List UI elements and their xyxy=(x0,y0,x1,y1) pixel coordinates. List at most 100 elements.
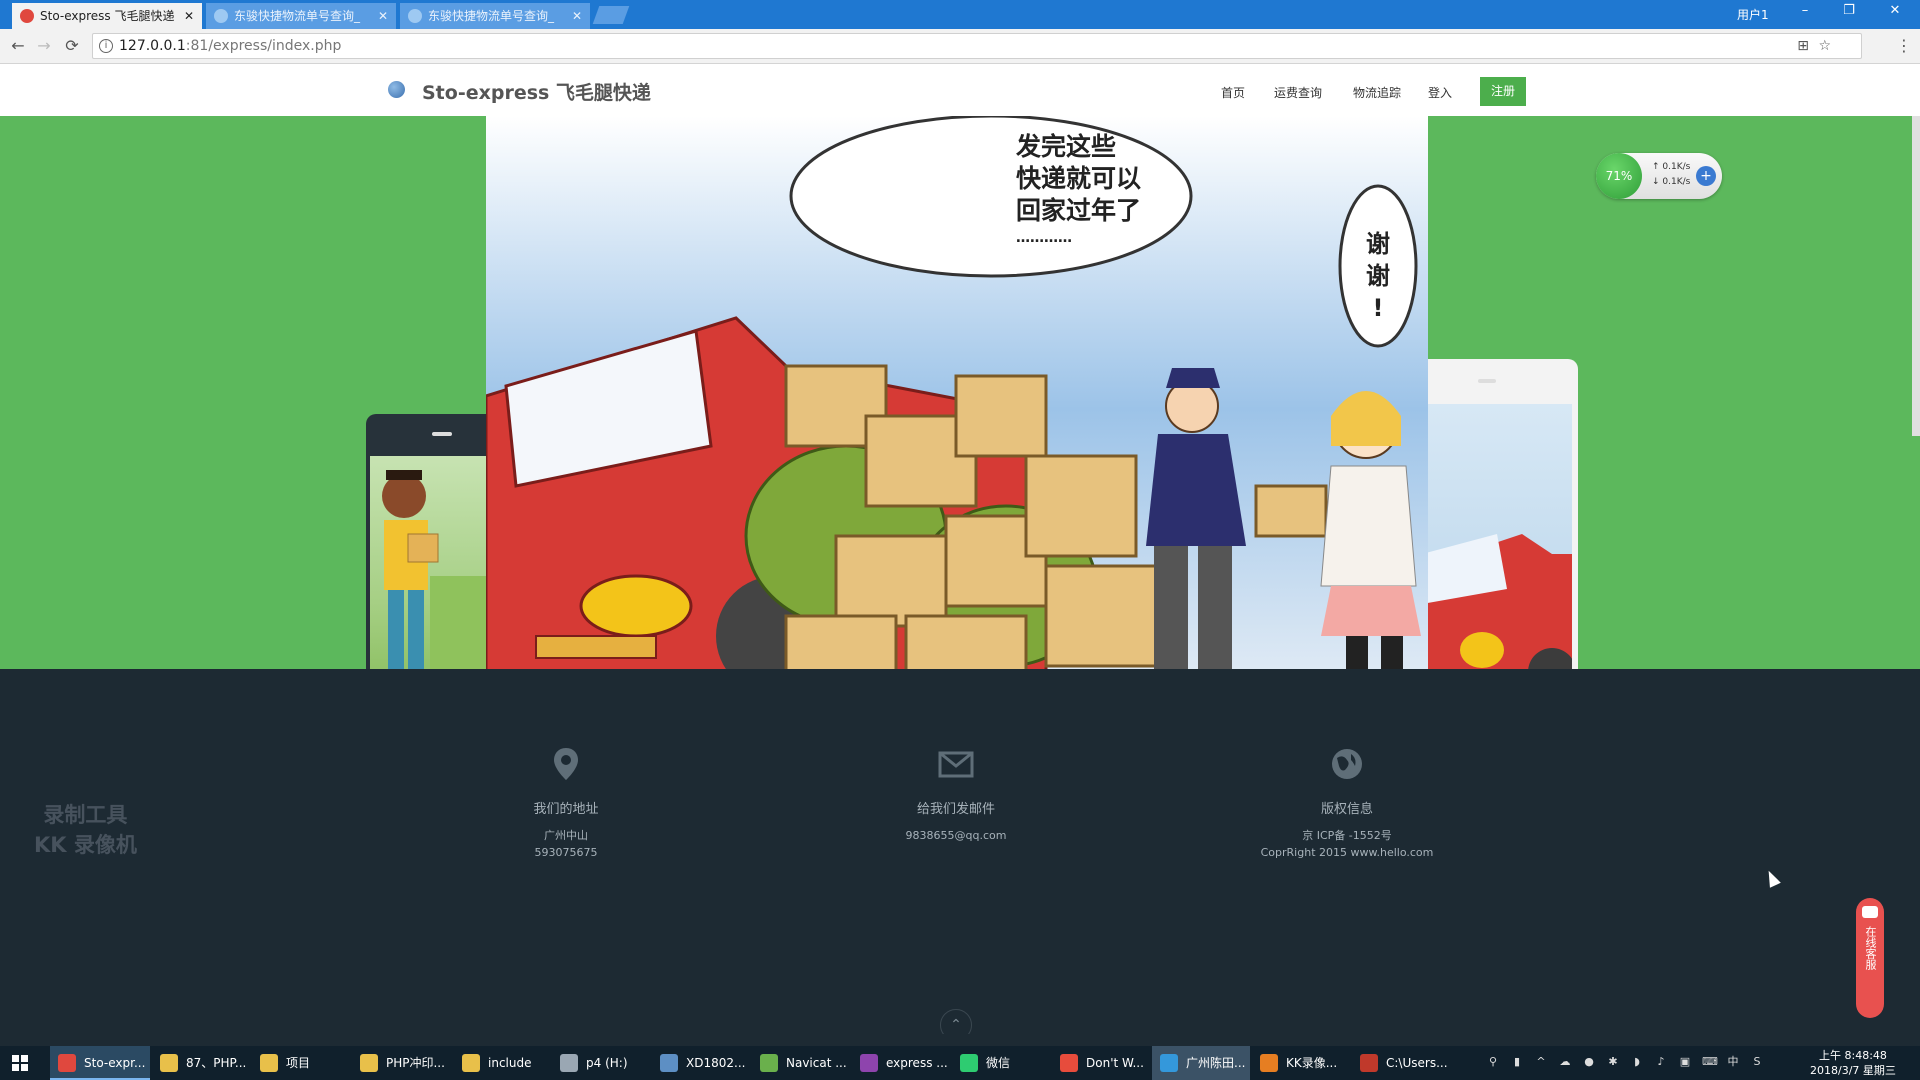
chat-bubble-icon xyxy=(1862,906,1878,918)
tab-tracking-1[interactable]: 东骏快捷物流单号查询_ ✕ xyxy=(206,3,396,29)
back-to-top-button[interactable]: ⌃ xyxy=(940,1009,972,1034)
app-icon xyxy=(1360,1054,1378,1072)
speech-bubble-text: 发完这些 快递就可以 回家过年了 ………… xyxy=(1016,131,1141,249)
browser-menu-icon[interactable]: ⋮ xyxy=(1894,36,1914,55)
app-icon xyxy=(58,1054,76,1072)
footer-address-title: 我们的地址 xyxy=(533,802,599,817)
taskbar-app-1[interactable]: 87、PHP... xyxy=(152,1046,248,1080)
watermark-line: KK 录像机 xyxy=(34,833,137,857)
system-clock[interactable]: 上午 8:48:48 2018/3/7 星期三 xyxy=(1810,1048,1896,1078)
profile-user-label[interactable]: 用户1 xyxy=(1737,6,1769,23)
back-arrow-icon[interactable]: ← xyxy=(8,36,28,55)
tray-icon-8[interactable]: ▣ xyxy=(1678,1055,1692,1069)
nav-freight-query[interactable]: 运费查询 xyxy=(1274,84,1322,101)
tray-icon-0[interactable]: ⚲ xyxy=(1486,1055,1500,1069)
app-icon xyxy=(260,1054,278,1072)
upload-speed: ↑ 0.1K/s xyxy=(1652,162,1690,172)
tab-title: 东骏快捷物流单号查询_ xyxy=(234,9,361,23)
reload-icon[interactable]: ⟳ xyxy=(62,36,82,55)
upload-arrow-icon: ↑ xyxy=(1652,162,1660,172)
tray-icon-4[interactable]: ● xyxy=(1582,1055,1596,1069)
tab-tracking-2[interactable]: 东骏快捷物流单号查询_ ✕ xyxy=(400,3,590,29)
site-brand[interactable]: Sto-express 飞毛腿快递 xyxy=(422,78,651,105)
online-service-label: 在线客服 xyxy=(1864,926,1877,970)
taskbar-app-label: Don't W... xyxy=(1086,1056,1144,1070)
close-window-icon[interactable]: ✕ xyxy=(1880,3,1910,18)
close-tab-icon[interactable]: ✕ xyxy=(378,3,388,29)
nav-logistics-tracking[interactable]: 物流追踪 xyxy=(1353,84,1401,101)
footer-address-column: 我们的地址 广州中山 593075675 xyxy=(416,744,716,861)
nav-login[interactable]: 登入 xyxy=(1428,84,1452,101)
taskbar-app-11[interactable]: 广州陈田... xyxy=(1152,1046,1250,1080)
app-icon xyxy=(1160,1054,1178,1072)
tab-sto-express[interactable]: Sto-express 飞毛腿快递 ✕ xyxy=(12,3,202,29)
tray-icon-9[interactable]: ⌨ xyxy=(1702,1055,1718,1069)
app-icon xyxy=(960,1054,978,1072)
site-footer: 我们的地址 广州中山 593075675 给我们发邮件 9838655@qq.c… xyxy=(0,669,1920,1034)
taskbar-app-5[interactable]: p4 (H:) xyxy=(552,1046,648,1080)
footer-email-title: 给我们发邮件 xyxy=(916,802,995,817)
tray-icon-7[interactable]: ♪ xyxy=(1654,1055,1668,1069)
tray-icon-3[interactable]: ☁ xyxy=(1558,1055,1572,1069)
taskbar-app-10[interactable]: Don't W... xyxy=(1052,1046,1148,1080)
taskbar-app-label: 微信 xyxy=(986,1056,1011,1070)
taskbar-app-8[interactable]: express ... xyxy=(852,1046,948,1080)
footer-copyright-column: 版权信息 京 ICP备 -1552号 CoprRight 2015 www.he… xyxy=(1197,744,1497,861)
thanks-char: 谢 xyxy=(1366,262,1390,290)
browser-titlebar: Sto-express 飞毛腿快递 ✕ 东骏快捷物流单号查询_ ✕ 东骏快捷物流… xyxy=(0,0,1920,29)
clock-date: 2018/3/7 星期三 xyxy=(1810,1064,1896,1077)
restore-icon[interactable]: ❐ xyxy=(1834,3,1864,18)
bookmark-star-icon[interactable]: ☆ xyxy=(1818,38,1831,54)
address-toolbar: ← → ⟳ i 127.0.0.1:81/express/index.php ⊞… xyxy=(0,29,1920,64)
plus-icon[interactable]: + xyxy=(1696,166,1716,186)
thanks-bubble-text: 谢 谢 ! xyxy=(1366,228,1390,324)
register-button[interactable]: 注册 xyxy=(1480,77,1526,106)
url-input[interactable]: i 127.0.0.1:81/express/index.php ⊞ ☆ xyxy=(92,33,1862,59)
taskbar-app-0[interactable]: Sto-expr... xyxy=(50,1046,150,1080)
site-info-icon[interactable]: i xyxy=(99,39,113,53)
footer-email-address[interactable]: 9838655@qq.com xyxy=(806,827,1106,844)
new-tab-button[interactable] xyxy=(592,6,630,24)
site-favicon-icon xyxy=(214,9,228,23)
tray-icon-5[interactable]: ✱ xyxy=(1606,1055,1620,1069)
network-speed-widget[interactable]: 71% ↑ 0.1K/s ↓ 0.1K/s + xyxy=(1596,153,1722,199)
forward-arrow-icon[interactable]: → xyxy=(34,36,54,55)
tray-icon-11[interactable]: S xyxy=(1750,1055,1764,1069)
taskbar-app-13[interactable]: C:\Users... xyxy=(1352,1046,1452,1080)
taskbar-app-6[interactable]: XD1802... xyxy=(652,1046,748,1080)
taskbar-app-9[interactable]: 微信 xyxy=(952,1046,1048,1080)
start-windows-icon[interactable] xyxy=(12,1055,28,1071)
download-speed: ↓ 0.1K/s xyxy=(1652,177,1690,187)
download-speed-value: 0.1K/s xyxy=(1662,177,1691,187)
taskbar-app-4[interactable]: include xyxy=(454,1046,548,1080)
courier-man-illustration xyxy=(382,470,496,700)
tray-icon-2[interactable]: ^ xyxy=(1534,1055,1548,1069)
online-service-widget[interactable]: 在线客服 xyxy=(1856,898,1884,1018)
recorder-watermark: 录制工具 KK 录像机 xyxy=(34,800,137,860)
taskbar-app-label: 广州陈田... xyxy=(1186,1056,1246,1070)
nav-home[interactable]: 首页 xyxy=(1221,84,1245,101)
page-scrollbar[interactable] xyxy=(1912,116,1920,436)
tray-icon-1[interactable]: ▮ xyxy=(1510,1055,1524,1069)
taskbar-app-12[interactable]: KK录像... xyxy=(1252,1046,1348,1080)
envelope-icon xyxy=(938,751,974,778)
url-text: 127.0.0.1:81/express/index.php xyxy=(119,38,341,54)
taskbar-app-3[interactable]: PHP冲印... xyxy=(352,1046,450,1080)
upload-speed-value: 0.1K/s xyxy=(1662,162,1691,172)
close-tab-icon[interactable]: ✕ xyxy=(572,3,582,29)
site-favicon-icon xyxy=(20,9,34,23)
phone-speaker xyxy=(432,432,452,436)
close-tab-icon[interactable]: ✕ xyxy=(184,3,194,29)
tab-title: Sto-express 飞毛腿快递 xyxy=(40,9,175,23)
taskbar-app-label: Navicat ... xyxy=(786,1056,847,1070)
app-icon xyxy=(660,1054,678,1072)
minimize-icon[interactable]: – xyxy=(1790,3,1820,18)
taskbar-app-label: Sto-expr... xyxy=(84,1056,146,1070)
taskbar-app-7[interactable]: Navicat ... xyxy=(752,1046,848,1080)
tray-icon-6[interactable]: ◗ xyxy=(1630,1055,1644,1069)
tray-icon-10[interactable]: 中 xyxy=(1726,1055,1740,1069)
bubble-line: 发完这些 xyxy=(1016,132,1117,161)
taskbar-app-2[interactable]: 项目 xyxy=(252,1046,348,1080)
translate-icon[interactable]: ⊞ xyxy=(1797,38,1809,54)
taskbar-app-label: 87、PHP... xyxy=(186,1056,247,1070)
